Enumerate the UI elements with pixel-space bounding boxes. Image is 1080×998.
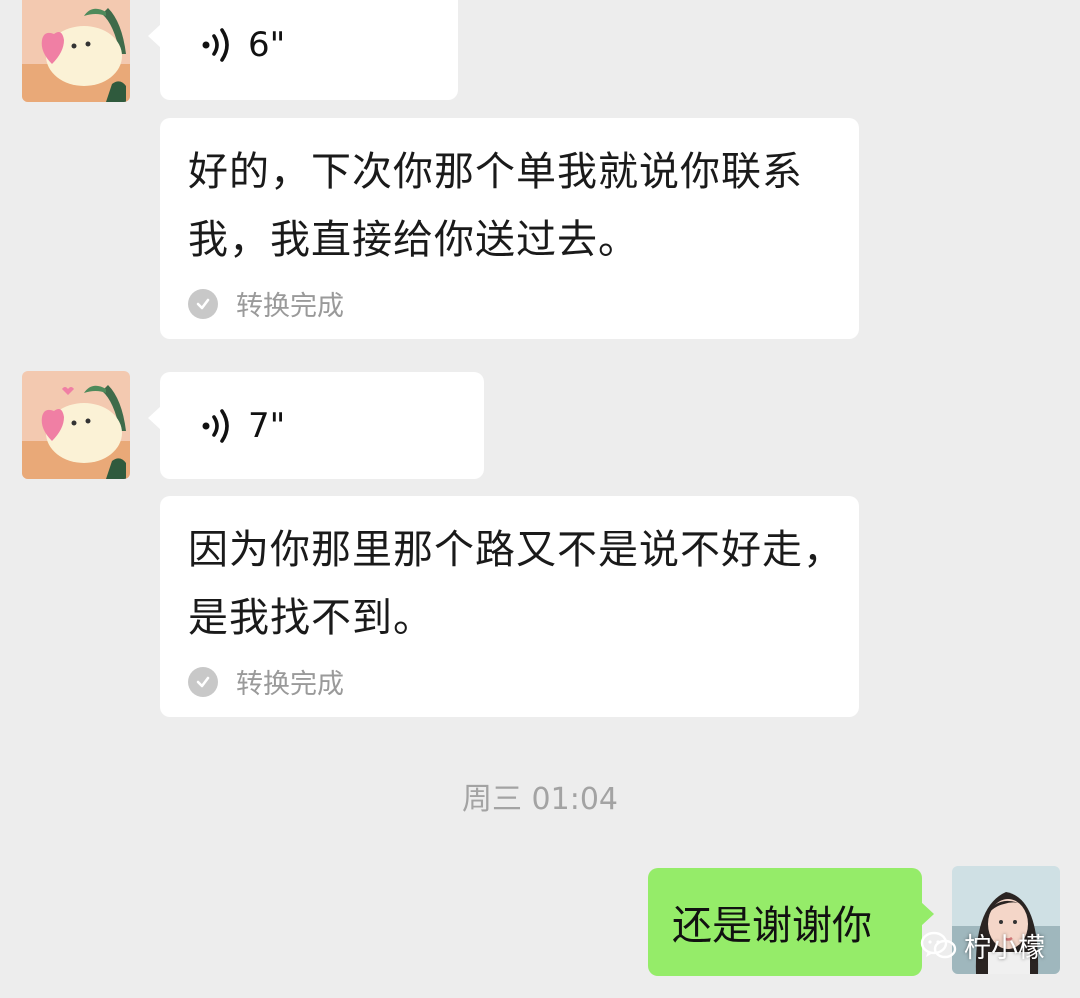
transcript-status: 转换完成 xyxy=(188,284,344,323)
wechat-logo-icon xyxy=(920,931,957,958)
contact-avatar-image xyxy=(22,0,130,102)
transcript-text: 好的，下次你那个单我就说你联系我，我直接给你送过去。 xyxy=(188,149,803,263)
transcript-status-label: 转换完成 xyxy=(236,291,344,322)
outgoing-message-text: 还是谢谢你 xyxy=(672,903,872,949)
check-circle-icon xyxy=(188,666,218,697)
voice-wave-icon xyxy=(202,408,229,443)
transcript-status: 转换完成 xyxy=(188,662,344,701)
voice-duration: 7" xyxy=(248,405,286,446)
voice-message-bubble[interactable]: 7" xyxy=(148,372,484,479)
bubble-tail xyxy=(921,902,934,926)
transcript-bubble[interactable]: 因为你那里那个路又不是说不好走，是我找不到。 转换完成 xyxy=(160,496,859,717)
outgoing-message-bubble[interactable]: 还是谢谢你 xyxy=(648,868,934,976)
voice-duration: 6" xyxy=(248,25,286,65)
watermark: 柠小檬 xyxy=(920,926,1045,965)
transcript-bubble[interactable]: 好的，下次你那个单我就说你联系我，我直接给你送过去。 转换完成 xyxy=(160,118,859,339)
contact-avatar[interactable] xyxy=(22,0,130,102)
voice-message-bubble[interactable]: 6" xyxy=(148,0,458,100)
watermark-text: 柠小檬 xyxy=(964,933,1045,964)
bubble-tail xyxy=(148,24,161,48)
transcript-status-label: 转换完成 xyxy=(236,669,344,700)
chat-timestamp: 周三 01:04 xyxy=(462,782,618,817)
transcript-text: 因为你那里那个路又不是说不好走，是我找不到。 xyxy=(188,527,844,641)
check-circle-icon xyxy=(188,288,218,319)
voice-message-content: 7" xyxy=(200,372,285,479)
contact-avatar[interactable] xyxy=(22,371,130,479)
contact-avatar-image xyxy=(22,371,130,479)
voice-message-content: 6" xyxy=(200,0,285,100)
bubble-tail xyxy=(148,406,161,430)
voice-wave-icon xyxy=(202,28,229,62)
